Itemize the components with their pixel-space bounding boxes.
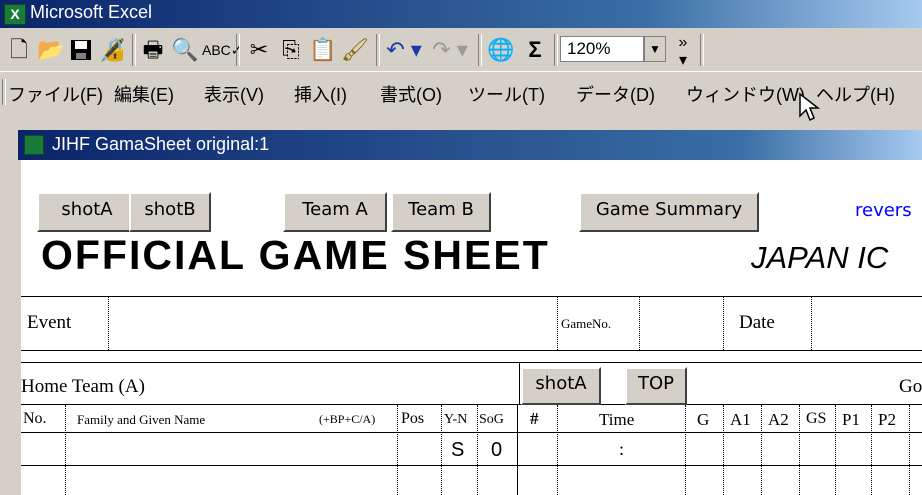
autosum-icon[interactable]: Σ — [520, 34, 550, 66]
menu-help[interactable]: ヘルプ(H) — [816, 81, 895, 107]
event-label: Event — [27, 312, 72, 333]
zoom-select[interactable]: 120% — [560, 36, 644, 62]
toolbar-options-icon[interactable]: » ▾ — [672, 34, 694, 69]
new-icon[interactable]: 🗋 — [4, 34, 34, 66]
col-pos: Pos — [401, 410, 425, 427]
top-button[interactable]: TOP — [625, 367, 687, 405]
row1-sog[interactable]: 0 — [491, 439, 502, 462]
game-summary-button[interactable]: Game Summary — [579, 192, 759, 232]
workbook-title-bar: JIHF GamaSheet original:1 — [18, 130, 922, 160]
menu-format[interactable]: 書式(O) — [380, 81, 442, 107]
shot-a-button[interactable]: shotA — [37, 192, 137, 232]
col-p1: P1 — [842, 410, 860, 429]
menu-insert[interactable]: 挿入(I) — [294, 81, 347, 107]
col-name: Family and Given Name — [77, 412, 206, 427]
copy-icon[interactable]: ⎘ — [276, 34, 306, 66]
zoom-dropdown-arrow[interactable]: ▼ — [644, 36, 666, 62]
app-title: Microsoft Excel — [30, 2, 153, 22]
menu-edit[interactable]: 編集(E) — [114, 81, 174, 107]
mouse-cursor-icon — [799, 92, 821, 122]
excel-icon: X — [4, 4, 26, 25]
save-icon[interactable] — [66, 34, 96, 66]
menu-file[interactable]: ファイル(F) — [8, 81, 103, 107]
col-g: G — [697, 410, 710, 429]
menu-bar: ファイル(F) 編集(E) 表示(V) 挿入(I) 書式(O) ツール(T) デ… — [0, 73, 922, 113]
sheet-subtitle: JAPAN IC — [751, 240, 889, 275]
cut-icon[interactable]: ✂ — [244, 34, 274, 66]
row1-time[interactable]: : — [619, 439, 624, 460]
hyperlink-icon[interactable]: 🌐 — [486, 34, 516, 66]
open-icon[interactable]: 📂 — [36, 34, 66, 66]
workbook-title: JIHF GamaSheet original:1 — [52, 134, 270, 154]
permission-icon[interactable]: 🔏 — [98, 34, 128, 66]
shot-a-button-2[interactable]: shotA — [521, 367, 601, 405]
col-sog: SoG — [479, 412, 504, 427]
col-number: # — [530, 409, 539, 428]
shot-b-button[interactable]: shotB — [129, 192, 211, 232]
redo-icon[interactable]: ↷ ▾ — [428, 34, 472, 66]
format-painter-icon[interactable]: 🖌 — [340, 34, 370, 66]
gameno-label: GameNo. — [561, 316, 612, 331]
menu-tools[interactable]: ツール(T) — [468, 81, 545, 107]
undo-icon[interactable]: ↶ ▾ — [382, 34, 426, 66]
go-label: Go — [899, 376, 922, 397]
col-p2: P2 — [878, 410, 896, 429]
date-label: Date — [739, 312, 775, 333]
menu-view[interactable]: 表示(V) — [204, 81, 264, 107]
col-a2: A2 — [768, 410, 789, 429]
paste-icon[interactable]: 📋 — [308, 34, 338, 66]
team-a-button[interactable]: Team A — [283, 192, 387, 232]
workbook-icon — [24, 135, 44, 155]
col-a1: A1 — [730, 410, 751, 429]
standard-toolbar: 🗋 📂 🔏 🖶 🔍 ABC✓ ✂ ⎘ 📋 🖌 ↶ ▾ ↷ ▾ 🌐 Σ 120% … — [0, 28, 922, 72]
col-gs: GS — [806, 410, 827, 427]
team-b-button[interactable]: Team B — [391, 192, 491, 232]
print-preview-icon[interactable]: 🔍 — [170, 34, 200, 66]
app-title-bar: X Microsoft Excel — [0, 0, 922, 28]
reverse-link[interactable]: revers — [855, 200, 912, 221]
row1-yn[interactable]: S — [451, 439, 464, 462]
col-yn: Y-N — [444, 412, 468, 427]
home-team-label: Home Team (A) — [21, 376, 145, 397]
col-no: No. — [23, 410, 47, 427]
print-icon[interactable]: 🖶 — [138, 34, 168, 66]
col-time: Time — [599, 410, 635, 429]
spelling-icon[interactable]: ABC✓ — [202, 34, 243, 66]
menu-data[interactable]: データ(D) — [576, 81, 655, 107]
worksheet: shotA shotB Team A Team B Game Summary r… — [18, 160, 922, 495]
col-bp: (+BP+C/A) — [319, 412, 376, 426]
sheet-title: OFFICIAL GAME SHEET — [41, 232, 550, 278]
menu-window[interactable]: ウィンドウ(W) — [686, 81, 805, 107]
